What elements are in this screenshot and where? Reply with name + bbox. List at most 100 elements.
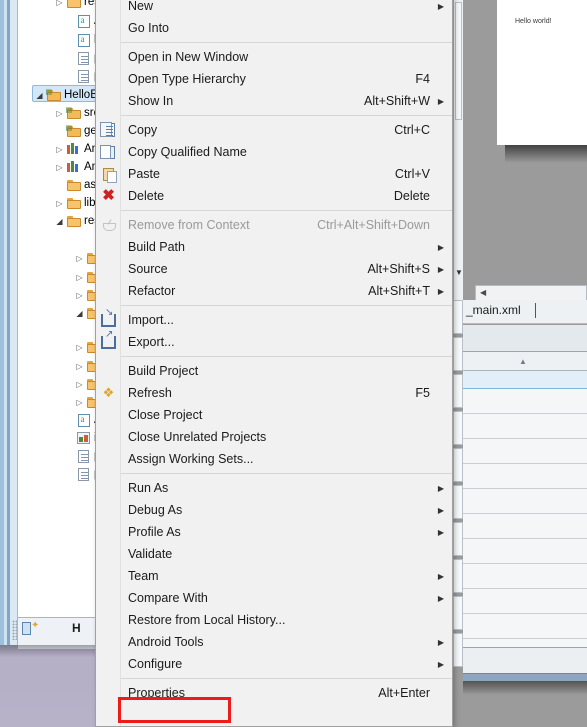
tree-item-pro[interactable]: pro (18, 49, 101, 67)
table-row[interactable] (463, 514, 587, 539)
chevron-right-icon[interactable]: ▷ (54, 163, 65, 172)
table-row[interactable] (463, 539, 587, 564)
chevron-right-icon[interactable]: ▷ (74, 380, 85, 389)
table-row[interactable] (463, 464, 587, 489)
chevron-right-icon[interactable]: ▷ (74, 291, 85, 300)
tree-item-lint[interactable]: lint (18, 31, 101, 49)
tree-item-pro[interactable]: pro (18, 465, 101, 483)
table-header[interactable]: ▲ (463, 352, 587, 371)
menu-item-new[interactable]: New ▶ (96, 0, 452, 17)
menu-item-debug-as[interactable]: Debug As ▶ (96, 499, 452, 521)
tree-item-res[interactable]: ▷ res (18, 0, 101, 11)
tree-item-folder-14[interactable]: ▷ (18, 268, 101, 286)
tree-item-gen[interactable]: ▤gen (18, 122, 102, 140)
footer-icon-group[interactable]: ✦ (22, 620, 39, 635)
chevron-left-icon[interactable]: ◀ (480, 288, 486, 297)
palette-button-stack[interactable] (453, 300, 463, 720)
chevron-right-icon[interactable]: ▷ (54, 199, 65, 208)
chevron-right-icon[interactable]: ▷ (74, 254, 85, 263)
menu-item-import[interactable]: Import... (96, 307, 452, 331)
context-menu[interactable]: New ▶ Go Into Open in New Window Open Type H… (95, 0, 453, 727)
tree-item-res[interactable]: ◢ res (18, 212, 101, 230)
table-row[interactable] (463, 389, 587, 414)
chevron-down-icon[interactable]: ◢ (34, 91, 45, 100)
tree-item-folder-15[interactable]: ▷ (18, 286, 101, 304)
scrollbar-thumb[interactable] (455, 2, 462, 120)
table-row[interactable] (463, 564, 587, 589)
menu-item-export[interactable]: Export... (96, 329, 452, 353)
palette-button[interactable] (453, 522, 463, 556)
editor-horizontal-scrollbar[interactable]: ◀ (475, 285, 587, 301)
menu-item-profile-as[interactable]: Profile As ▶ (96, 521, 452, 543)
menu-item-restore-from-local-history[interactable]: Restore from Local History... (96, 609, 452, 631)
tree-item-and[interactable]: And (18, 411, 101, 429)
tree-item-src[interactable]: ▷ ▤ src (18, 104, 101, 122)
menu-item-assign-working-sets[interactable]: Assign Working Sets... (96, 448, 452, 470)
menu-item-close-unrelated-projects[interactable]: Close Unrelated Projects (96, 426, 452, 448)
chevron-right-icon[interactable]: ▷ (74, 398, 85, 407)
palette-button[interactable] (453, 448, 463, 482)
palette-button[interactable] (453, 596, 463, 630)
tree-item-folder-17[interactable]: ▷ (18, 338, 101, 356)
chevron-right-icon[interactable]: ▷ (54, 145, 65, 154)
palette-button[interactable] (453, 337, 463, 371)
menu-item-close-project[interactable]: Close Project (96, 404, 452, 426)
chevron-right-icon[interactable]: ▷ (74, 362, 85, 371)
table-row-selected[interactable] (463, 371, 587, 389)
tree-item-helloba[interactable]: ◢ ▤ HelloBa (18, 86, 101, 104)
chevron-right-icon[interactable]: ▷ (74, 343, 85, 352)
menu-item-copy-qualified-name[interactable]: Copy Qualified Name (96, 141, 452, 163)
tree-item-and[interactable]: ▷And (18, 158, 101, 176)
tree-item-and[interactable]: And (18, 12, 101, 30)
menu-item-go-into[interactable]: Go Into (96, 17, 452, 39)
menu-item-android-tools[interactable]: Android Tools ▶ (96, 631, 452, 653)
menu-item-open-type-hierarchy[interactable]: Open Type Hierarchy F4 (96, 68, 452, 90)
editor-tab-activity-main-xml[interactable]: _main.xml (466, 303, 521, 317)
tree-item-and[interactable]: ▷And (18, 140, 101, 158)
menu-item-delete[interactable]: ✖ Delete Delete (96, 185, 452, 207)
tree-item-folder-16[interactable]: ◢ (18, 304, 101, 322)
table-row[interactable] (463, 589, 587, 614)
tree-item-folder-20[interactable]: ▷ (18, 393, 101, 411)
layout-preview-canvas[interactable]: Hello world! (497, 0, 587, 145)
tree-item-pro[interactable]: pro (18, 67, 101, 85)
panel-resize-grip[interactable] (12, 620, 17, 640)
menu-item-compare-with[interactable]: Compare With ▶ (96, 587, 452, 609)
palette-button[interactable] (453, 411, 463, 445)
chevron-right-icon[interactable]: ▷ (54, 0, 65, 7)
table-row[interactable] (463, 414, 587, 439)
chevron-right-icon[interactable]: ▷ (74, 273, 85, 282)
menu-item-refresh[interactable]: ❖ Refresh F5 (96, 382, 452, 404)
tree-item-folder-18[interactable]: ▷ (18, 357, 101, 375)
menu-item-paste[interactable]: Paste Ctrl+V (96, 163, 452, 185)
tree-item-pro[interactable]: pro (18, 447, 101, 465)
menu-item-configure[interactable]: Configure ▶ (96, 653, 452, 675)
menu-item-show-in[interactable]: Show In Alt+Shift+W ▶ (96, 90, 452, 112)
palette-button[interactable] (453, 374, 463, 408)
tree-item-libs[interactable]: ▷ libs (18, 194, 101, 212)
menu-item-team[interactable]: Team ▶ (96, 565, 452, 587)
chevron-down-icon[interactable]: ▼ (455, 268, 463, 277)
palette-button[interactable] (453, 300, 463, 334)
menu-item-refactor[interactable]: Refactor Alt+Shift+T ▶ (96, 280, 452, 302)
chevron-down-icon[interactable]: ◢ (54, 217, 65, 226)
table-row[interactable] (463, 489, 587, 514)
menu-item-build-project[interactable]: Build Project (96, 360, 452, 382)
chevron-right-icon[interactable]: ▷ (54, 109, 65, 118)
tree-item-asse[interactable]: asse (18, 176, 101, 194)
menu-item-build-path[interactable]: Build Path ▶ (96, 236, 452, 258)
table-row[interactable] (463, 614, 587, 639)
palette-button[interactable] (453, 485, 463, 519)
view-content-table[interactable]: ▲ (463, 351, 587, 673)
menu-item-copy[interactable]: Copy Ctrl+C (96, 119, 452, 141)
tree-item-folder-13[interactable]: ▷ (18, 249, 101, 267)
palette-button[interactable] (453, 559, 463, 593)
menu-item-validate[interactable]: Validate (96, 543, 452, 565)
menu-item-source[interactable]: Source Alt+Shift+S ▶ (96, 258, 452, 280)
menu-item-run-as[interactable]: Run As ▶ (96, 477, 452, 499)
project-explorer-tree[interactable]: ▷resAndlintpropro◢▤HelloBa▷▤src▤gen▷And▷… (17, 0, 102, 620)
tree-item-folder-19[interactable]: ▷ (18, 375, 101, 393)
table-row[interactable] (463, 439, 587, 464)
tree-item-ic-l[interactable]: ic_l (18, 429, 101, 447)
chevron-down-icon[interactable]: ◢ (74, 309, 85, 318)
